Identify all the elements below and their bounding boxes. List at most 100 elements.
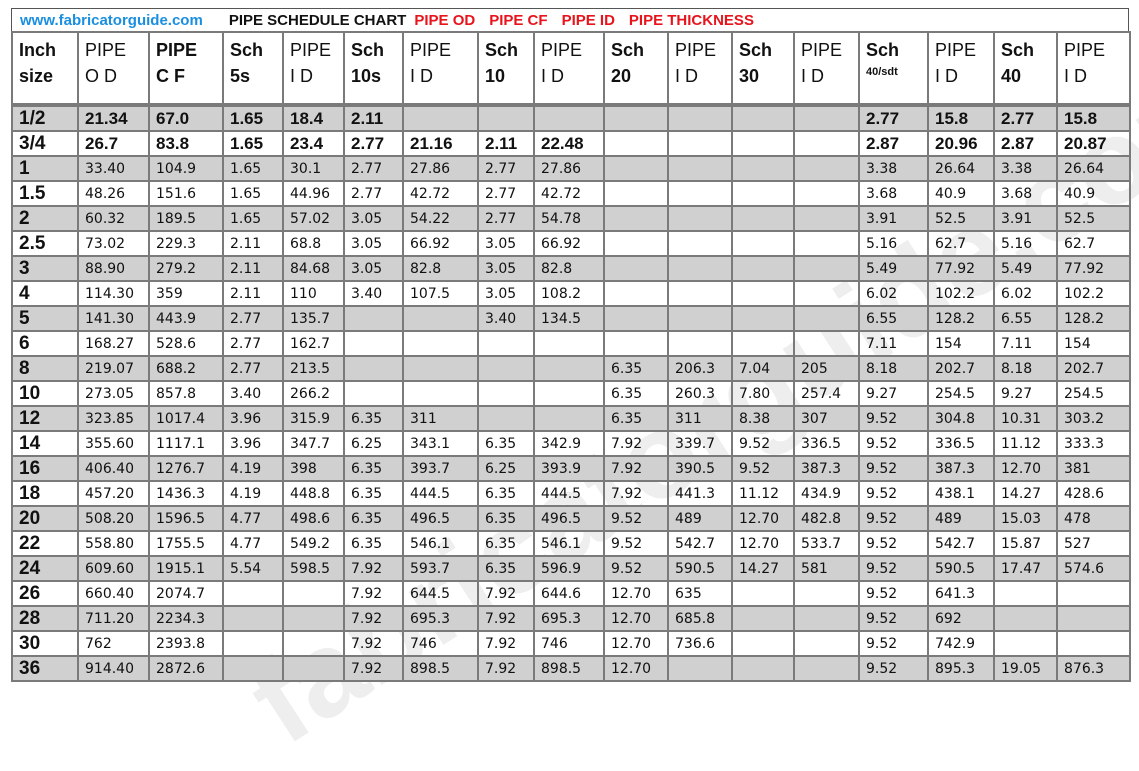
column-header-pipe-id-10s: PIPE I D bbox=[402, 31, 479, 106]
cell-sch-30 bbox=[731, 580, 795, 607]
column-header-row: Inch size PIPE O D PIPE C F Sch 5s PIPE I D Sch 10s… bbox=[11, 31, 1131, 106]
cell-inch-size: 5 bbox=[11, 305, 79, 332]
cell-pipe-cf: 229.3 bbox=[148, 230, 224, 257]
cell-pipe-id-5s: 549.2 bbox=[282, 530, 345, 557]
cell-pipe-id-20 bbox=[667, 230, 733, 257]
cell-pipe-id-10: 27.86 bbox=[533, 155, 605, 182]
column-header-inch-size: Inch size bbox=[11, 31, 79, 106]
cell-pipe-id-20 bbox=[667, 130, 733, 157]
cell-pipe-id-5s: 18.4 bbox=[282, 103, 345, 132]
cell-inch-size: 30 bbox=[11, 630, 79, 657]
cell-pipe-id-40: 20.87 bbox=[1056, 130, 1131, 157]
cell-pipe-id-10: 22.48 bbox=[533, 130, 605, 157]
cell-pipe-id-5s: 57.02 bbox=[282, 205, 345, 232]
table-row: 8 219.07 688.2 2.77 213.5 6.35 206.3 7.04 205 8.1… bbox=[11, 355, 1131, 382]
cell-sch-40-sdt: 2.77 bbox=[858, 103, 929, 132]
cell-pipe-id-30: 533.7 bbox=[793, 530, 860, 557]
cell-sch-20 bbox=[603, 280, 669, 307]
cell-sch-20: 7.92 bbox=[603, 455, 669, 482]
cell-pipe-id-40-sdt: 692 bbox=[927, 605, 995, 632]
cell-sch-30: 9.52 bbox=[731, 430, 795, 457]
header-line-1: Sch bbox=[485, 40, 519, 60]
cell-pipe-id-40-sdt: 641.3 bbox=[927, 580, 995, 607]
cell-sch-10 bbox=[477, 330, 535, 357]
cell-pipe-id-10s bbox=[402, 355, 479, 382]
table-row: 36 914.40 2872.6 7.92 898.5 7.92 898.5 12.70 9.5… bbox=[11, 655, 1131, 682]
cell-sch-5s: 2.11 bbox=[222, 230, 284, 257]
cell-pipe-id-10s: 21.16 bbox=[402, 130, 479, 157]
cell-pipe-id-10s bbox=[402, 103, 479, 132]
cell-pipe-id-30: 336.5 bbox=[793, 430, 860, 457]
cell-sch-20: 7.92 bbox=[603, 480, 669, 507]
cell-sch-5s: 2.11 bbox=[222, 255, 284, 282]
cell-sch-30 bbox=[731, 130, 795, 157]
table-row: 18 457.20 1436.3 4.19 448.8 6.35 444.5 6.35 444.… bbox=[11, 480, 1131, 507]
cell-pipe-id-5s: 498.6 bbox=[282, 505, 345, 532]
column-header-sch-10s: Sch 10s bbox=[343, 31, 404, 106]
cell-pipe-id-5s bbox=[282, 580, 345, 607]
cell-inch-size: 10 bbox=[11, 380, 79, 407]
cell-pipe-id-30 bbox=[793, 155, 860, 182]
cell-sch-5s: 3.96 bbox=[222, 405, 284, 432]
cell-sch-5s bbox=[222, 605, 284, 632]
cell-pipe-id-30: 307 bbox=[793, 405, 860, 432]
cell-sch-5s bbox=[222, 580, 284, 607]
cell-sch-10 bbox=[477, 380, 535, 407]
cell-pipe-id-30 bbox=[793, 330, 860, 357]
header-line-1: PIPE bbox=[156, 40, 198, 60]
cell-pipe-id-10s bbox=[402, 380, 479, 407]
cell-pipe-id-10: 444.5 bbox=[533, 480, 605, 507]
cell-pipe-cf: 151.6 bbox=[148, 180, 224, 207]
cell-pipe-id-40: 428.6 bbox=[1056, 480, 1131, 507]
header-line-1: PIPE bbox=[801, 40, 843, 60]
cell-pipe-id-5s: 266.2 bbox=[282, 380, 345, 407]
cell-pipe-cf: 443.9 bbox=[148, 305, 224, 332]
cell-pipe-id-10s: 27.86 bbox=[402, 155, 479, 182]
column-header-sch-10: Sch 10 bbox=[477, 31, 535, 106]
cell-sch-5s: 3.96 bbox=[222, 430, 284, 457]
legend-pipe-od: PIPE OD bbox=[414, 11, 476, 29]
table-row: 24 609.60 1915.1 5.54 598.5 7.92 593.7 6.35 596.… bbox=[11, 555, 1131, 582]
cell-sch-10s: 6.35 bbox=[343, 455, 404, 482]
cell-pipe-id-20 bbox=[667, 103, 733, 132]
header-line-1: PIPE bbox=[410, 40, 452, 60]
cell-sch-20 bbox=[603, 230, 669, 257]
legend-pipe-cf: PIPE CF bbox=[489, 11, 548, 29]
cell-inch-size: 8 bbox=[11, 355, 79, 382]
cell-pipe-od: 406.40 bbox=[77, 455, 150, 482]
cell-pipe-id-10: 496.5 bbox=[533, 505, 605, 532]
cell-inch-size: 4 bbox=[11, 280, 79, 307]
cell-pipe-cf: 1436.3 bbox=[148, 480, 224, 507]
cell-sch-10s: 7.92 bbox=[343, 555, 404, 582]
cell-pipe-id-40-sdt: 542.7 bbox=[927, 530, 995, 557]
cell-pipe-id-10s bbox=[402, 330, 479, 357]
cell-pipe-id-10: 66.92 bbox=[533, 230, 605, 257]
cell-pipe-id-10 bbox=[533, 380, 605, 407]
cell-sch-30 bbox=[731, 305, 795, 332]
site-link[interactable]: www.fabricatorguide.com bbox=[20, 12, 203, 29]
cell-sch-20 bbox=[603, 305, 669, 332]
cell-pipe-id-5s: 448.8 bbox=[282, 480, 345, 507]
cell-pipe-id-40: 102.2 bbox=[1056, 280, 1131, 307]
cell-sch-5s: 2.77 bbox=[222, 330, 284, 357]
cell-pipe-id-40: 62.7 bbox=[1056, 230, 1131, 257]
cell-pipe-cf: 1915.1 bbox=[148, 555, 224, 582]
column-header-pipe-id-10: PIPE I D bbox=[533, 31, 605, 106]
cell-sch-10s bbox=[343, 305, 404, 332]
cell-pipe-id-40: 154 bbox=[1056, 330, 1131, 357]
cell-pipe-id-40-sdt: 304.8 bbox=[927, 405, 995, 432]
header-line-2: I D bbox=[1064, 66, 1088, 86]
cell-sch-5s: 4.19 bbox=[222, 455, 284, 482]
cell-pipe-od: 141.30 bbox=[77, 305, 150, 332]
cell-sch-40-sdt: 9.27 bbox=[858, 380, 929, 407]
cell-pipe-id-10: 546.1 bbox=[533, 530, 605, 557]
column-header-pipe-id-20: PIPE I D bbox=[667, 31, 733, 106]
cell-sch-30 bbox=[731, 255, 795, 282]
cell-sch-10s: 6.35 bbox=[343, 480, 404, 507]
cell-pipe-id-40-sdt: 387.3 bbox=[927, 455, 995, 482]
table-row: 6 168.27 528.6 2.77 162.7 7.11 154 7.11 154 bbox=[11, 330, 1131, 357]
cell-pipe-cf: 83.8 bbox=[148, 130, 224, 157]
cell-pipe-id-40 bbox=[1056, 605, 1131, 632]
cell-sch-20 bbox=[603, 205, 669, 232]
cell-pipe-id-30: 387.3 bbox=[793, 455, 860, 482]
